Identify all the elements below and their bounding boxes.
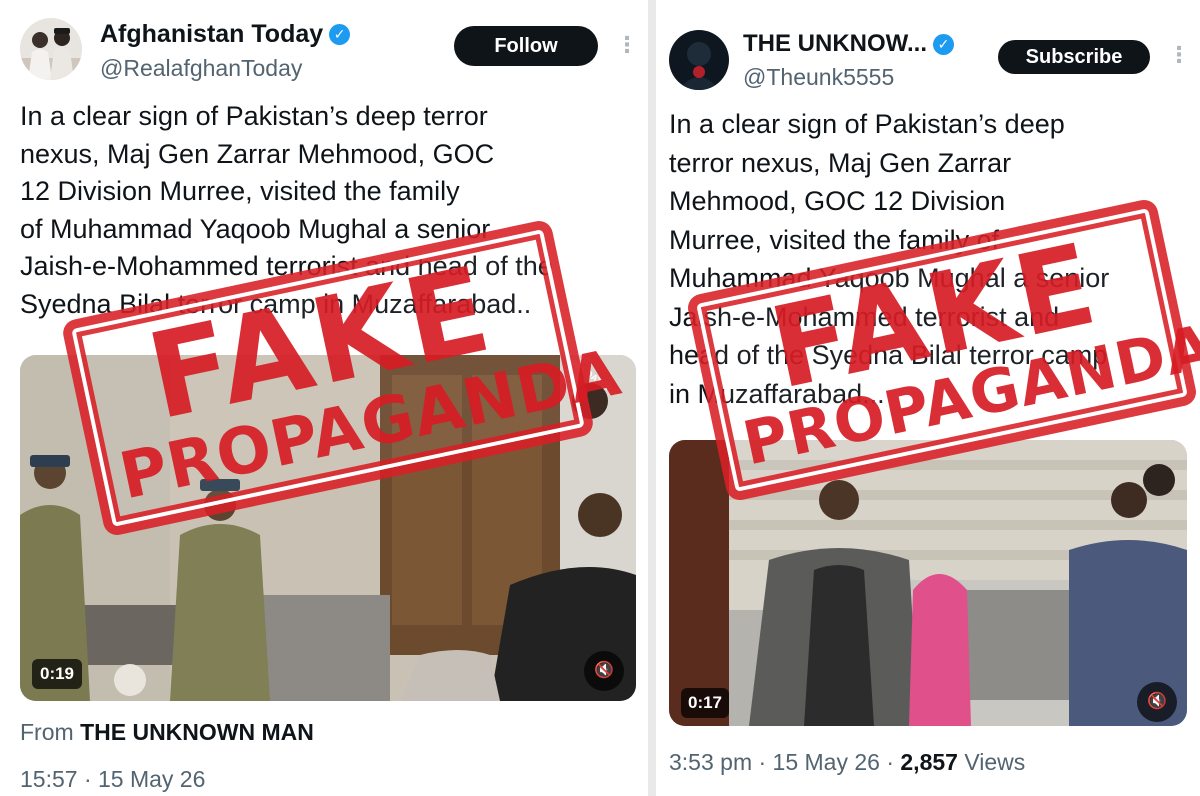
left-avatar[interactable] bbox=[20, 18, 82, 80]
right-timestamp-line: 3:53 pm · 15 May 26 · 2,857 Views bbox=[669, 749, 1025, 776]
left-tweet-text: In a clear sign of Pakistan’s deep terro… bbox=[20, 98, 553, 323]
tweet-text-line: Syedna Bilal terror camp in Muzaffarabad… bbox=[20, 288, 532, 319]
left-video-frame bbox=[20, 355, 636, 701]
follow-button[interactable]: Follow bbox=[454, 26, 598, 66]
right-tweet-text: In a clear sign of Pakistan’s deep terro… bbox=[669, 105, 1109, 413]
right-avatar-image bbox=[669, 30, 729, 90]
left-from-line: From THE UNKNOWN MAN bbox=[20, 719, 314, 746]
left-video[interactable]: THE PREDATORS 0:19 🔇 bbox=[20, 355, 636, 701]
left-video-duration: 0:19 bbox=[32, 659, 82, 689]
from-source-link[interactable]: THE UNKNOWN MAN bbox=[80, 719, 314, 745]
from-prefix: From bbox=[20, 719, 74, 745]
tweet-text-line: Jaish-e-Mohammed terrorist and bbox=[669, 301, 1060, 332]
verified-icon: ✓ bbox=[933, 33, 954, 55]
right-post-header: THE UNKNOW... ✓ @Theunk5555 bbox=[669, 30, 954, 91]
left-avatar-image bbox=[20, 18, 82, 80]
left-timestamp[interactable]: 15:57 · 15 May 26 bbox=[20, 766, 205, 793]
tweet-text-line: In a clear sign of Pakistan’s deep bbox=[669, 109, 1065, 139]
left-name-row: Afghanistan Today ✓ bbox=[100, 20, 351, 49]
left-post-header: Afghanistan Today ✓ @RealafghanToday bbox=[20, 18, 351, 82]
tweet-text-line: Jaish-e-Mohammed terrorist and head of t… bbox=[20, 251, 553, 281]
mute-icon[interactable]: 🔇 bbox=[1137, 682, 1177, 722]
subscribe-button[interactable]: Subscribe bbox=[998, 40, 1150, 74]
mute-icon[interactable]: 🔇 bbox=[584, 651, 624, 691]
tweet-text-line: Mehmood, GOC 12 Division bbox=[669, 186, 1006, 216]
tweet-text-line: Murree, visited the family of bbox=[669, 224, 1000, 255]
more-options-icon[interactable]: ⋮ bbox=[616, 34, 638, 56]
views-label: Views bbox=[957, 749, 1026, 775]
right-name-row: THE UNKNOW... ✓ bbox=[743, 30, 954, 58]
left-handle[interactable]: @RealafghanToday bbox=[100, 55, 350, 82]
tweet-text-line: 12 Division Murree, visited the family bbox=[20, 176, 460, 206]
tweet-text-line: terror nexus, Maj Gen Zarrar bbox=[669, 147, 1012, 178]
views-count: 2,857 bbox=[900, 749, 958, 775]
left-display-name[interactable]: Afghanistan Today bbox=[100, 20, 323, 49]
right-display-name[interactable]: THE UNKNOW... bbox=[743, 30, 927, 58]
tweet-text-line: of Muhammad Yaqoob Mughal a senior bbox=[20, 213, 491, 244]
tweet-text-line: Muhammad Yaqoob Mughal a senior bbox=[669, 263, 1110, 293]
left-post: Afghanistan Today ✓ @RealafghanToday Fol… bbox=[0, 0, 648, 796]
tweet-text-line: nexus, Maj Gen Zarrar Mehmood, GOC bbox=[20, 138, 495, 169]
tweet-text-line: in Muzaffarabad... bbox=[669, 378, 885, 409]
right-post: THE UNKNOW... ✓ @Theunk5555 Subscribe ⋮ … bbox=[656, 0, 1200, 796]
right-video-frame bbox=[669, 440, 1187, 726]
tweet-text-line: head of the Syedna Bilal terror camp bbox=[669, 340, 1108, 370]
right-avatar[interactable] bbox=[669, 30, 729, 90]
right-timestamp[interactable]: 3:53 pm · 15 May 26 · bbox=[669, 749, 900, 775]
right-handle[interactable]: @Theunk5555 bbox=[743, 64, 954, 91]
tweet-text-line: In a clear sign of Pakistan’s deep terro… bbox=[20, 101, 488, 131]
verified-icon: ✓ bbox=[329, 24, 351, 45]
right-video[interactable]: 0:17 🔇 bbox=[669, 440, 1187, 726]
right-video-duration: 0:17 bbox=[681, 688, 729, 718]
more-options-icon[interactable]: ⋮ bbox=[1168, 44, 1190, 66]
